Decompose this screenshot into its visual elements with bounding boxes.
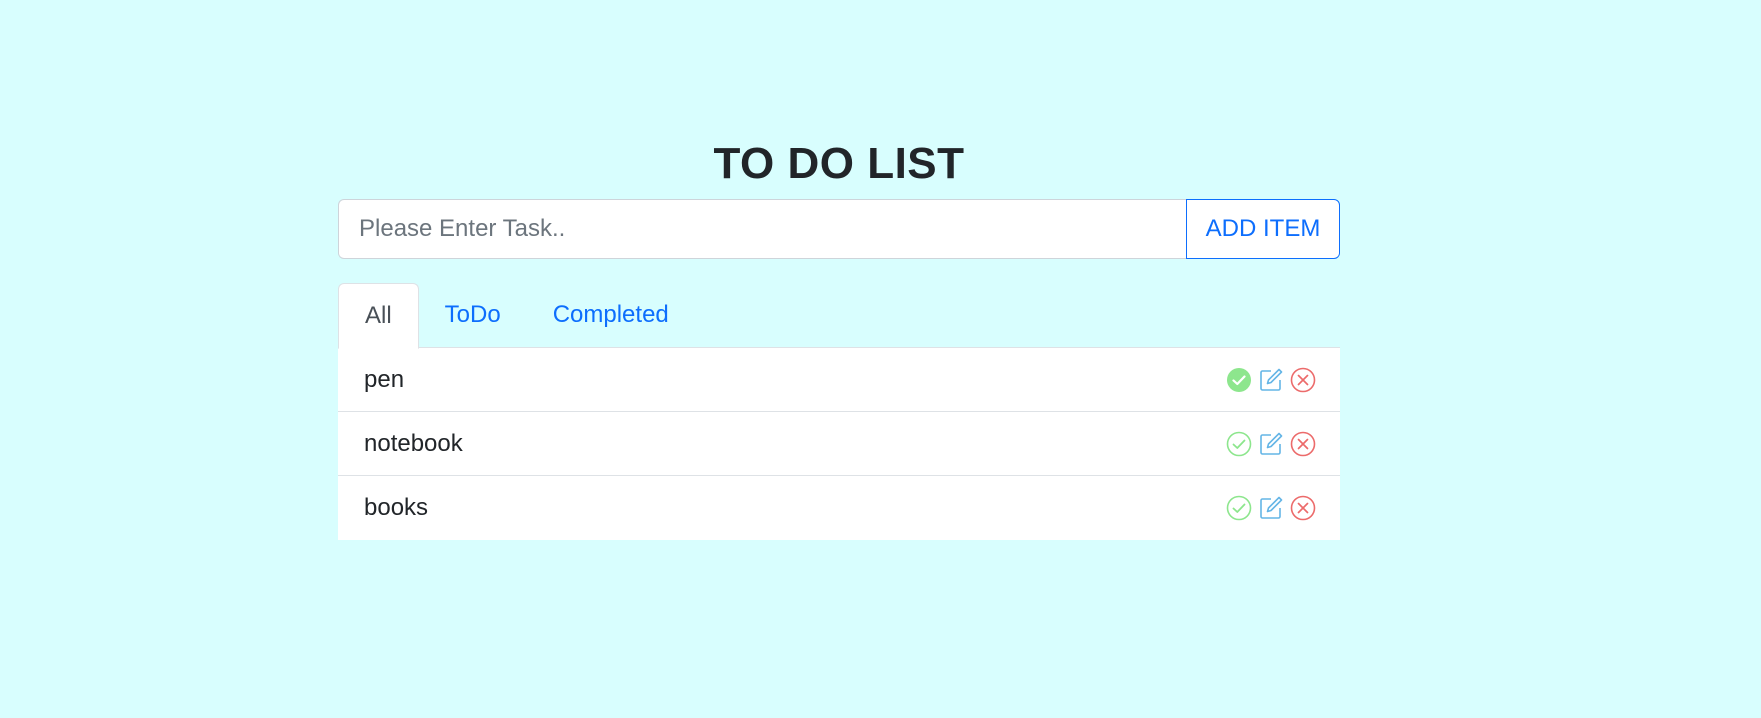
pencil-square-icon[interactable] — [1258, 431, 1284, 457]
todo-app: TO DO LIST ADD ITEM All ToDo Completed p… — [338, 130, 1340, 540]
pencil-square-icon[interactable] — [1258, 367, 1284, 393]
tab-todo[interactable]: ToDo — [419, 283, 527, 348]
filter-tabs: All ToDo Completed — [338, 283, 1340, 349]
x-circle-icon[interactable] — [1290, 495, 1316, 521]
check-circle-icon[interactable] — [1226, 495, 1252, 521]
task-actions — [1226, 367, 1316, 393]
tab-completed[interactable]: Completed — [527, 283, 695, 348]
tab-all[interactable]: All — [338, 283, 419, 349]
task-label: notebook — [364, 429, 463, 457]
task-input[interactable] — [338, 199, 1186, 259]
list-item: books — [338, 476, 1340, 540]
x-circle-icon[interactable] — [1290, 367, 1316, 393]
check-circle-icon[interactable] — [1226, 431, 1252, 457]
check-circle-icon[interactable] — [1226, 367, 1252, 393]
add-item-button[interactable]: ADD ITEM — [1186, 199, 1340, 259]
task-label: books — [364, 494, 429, 521]
task-label: pen — [364, 365, 405, 393]
list-item: notebook — [338, 412, 1340, 476]
add-task-form: ADD ITEM — [338, 199, 1340, 259]
pencil-square-icon[interactable] — [1258, 495, 1284, 521]
task-list: pen notebook books — [338, 348, 1340, 540]
page-title: TO DO LIST — [713, 139, 965, 188]
task-actions — [1226, 431, 1316, 457]
task-actions — [1226, 495, 1316, 521]
list-item: pen — [338, 348, 1340, 412]
x-circle-icon[interactable] — [1290, 431, 1316, 457]
